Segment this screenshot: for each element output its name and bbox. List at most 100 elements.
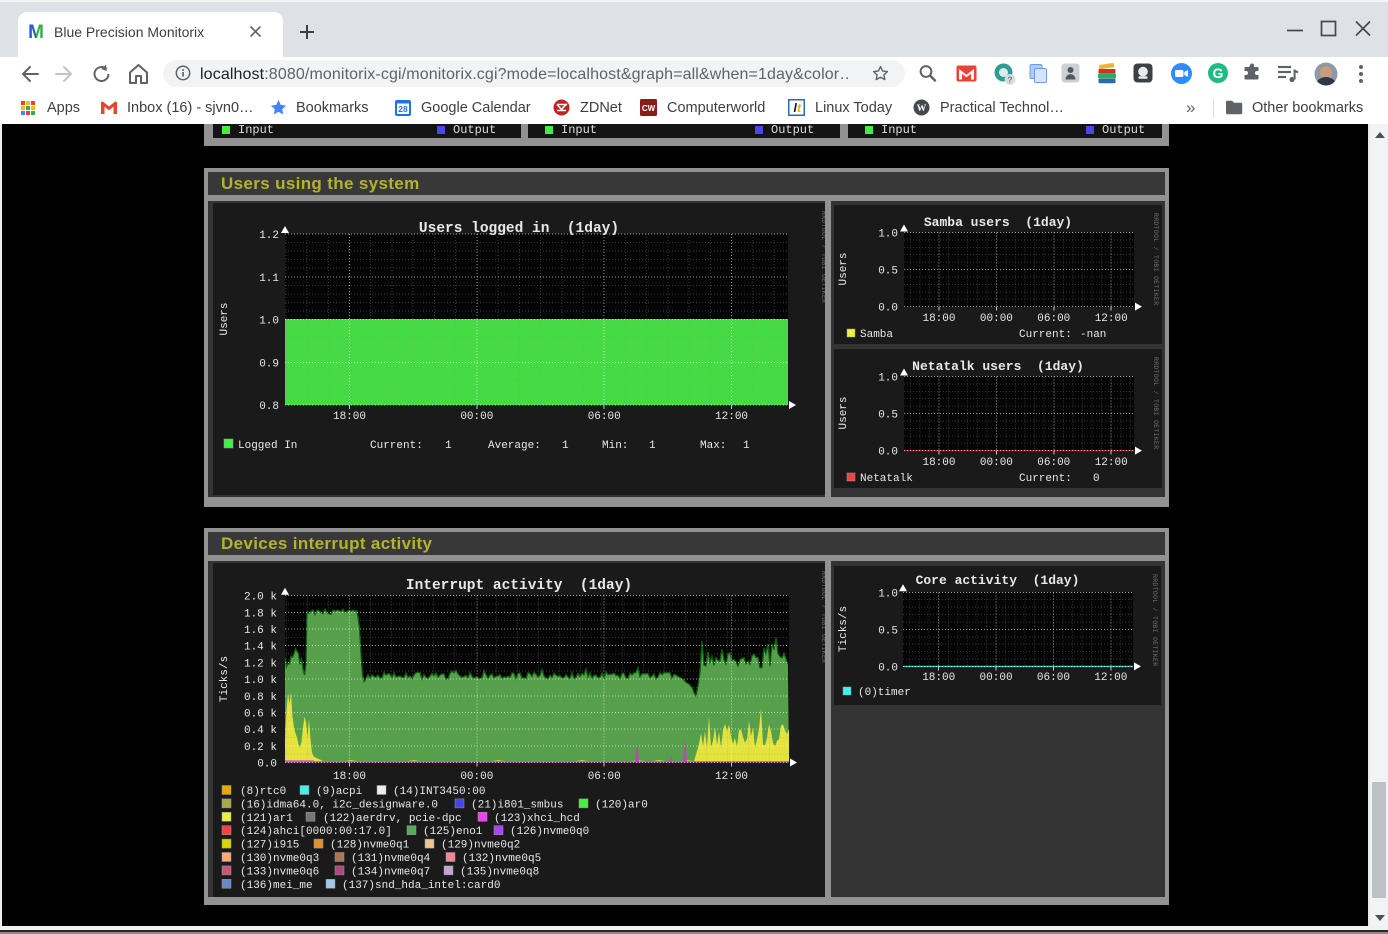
- svg-text:1.1: 1.1: [259, 273, 279, 285]
- svg-text:-nan: -nan: [1080, 329, 1106, 341]
- svg-text:RRDTOOL / TOBI OETIKER: RRDTOOL / TOBI OETIKER: [820, 211, 825, 303]
- svg-text:(127)i915: (127)i915: [240, 840, 299, 852]
- svg-text:18:00: 18:00: [922, 457, 955, 469]
- svg-text:1: 1: [445, 440, 452, 452]
- svg-text:Netatalk: Netatalk: [860, 473, 913, 485]
- svg-text:0.5: 0.5: [878, 625, 898, 637]
- svg-text:Users logged in (1day): Users logged in (1day): [419, 221, 619, 237]
- svg-text:M: M: [28, 22, 44, 41]
- svg-text:Ticks/s: Ticks/s: [838, 606, 850, 652]
- svg-text:00:00: 00:00: [980, 672, 1013, 684]
- svg-text:Samba: Samba: [860, 329, 893, 341]
- svg-text:(14)INT3450:00: (14)INT3450:00: [393, 786, 485, 798]
- svg-text:0.0: 0.0: [257, 759, 277, 771]
- svg-text:Min:: Min:: [602, 440, 628, 452]
- svg-text:(133)nvme0q6: (133)nvme0q6: [240, 866, 319, 878]
- svg-text:12:00: 12:00: [715, 771, 748, 783]
- svg-text:(134)nvme0q7: (134)nvme0q7: [351, 866, 430, 878]
- svg-text:12:00: 12:00: [1094, 672, 1127, 684]
- svg-text:1.6 k: 1.6 k: [244, 625, 277, 637]
- svg-text:(21)i801_smbus: (21)i801_smbus: [471, 799, 563, 811]
- svg-text:00:00: 00:00: [460, 771, 493, 783]
- svg-text:18:00: 18:00: [922, 672, 955, 684]
- svg-text:0.8 k: 0.8 k: [244, 692, 277, 704]
- svg-text:0.5: 0.5: [878, 410, 898, 422]
- svg-text:Current:: Current:: [1019, 473, 1072, 485]
- svg-text:18:00: 18:00: [333, 411, 366, 423]
- svg-text:CW: CW: [642, 104, 656, 113]
- svg-text:0: 0: [1093, 473, 1100, 485]
- svg-text:(123)xhci_hcd: (123)xhci_hcd: [494, 813, 580, 825]
- svg-text:(120)ar0: (120)ar0: [595, 799, 648, 811]
- svg-text:(126)nvme0q0: (126)nvme0q0: [510, 826, 589, 838]
- svg-text:1.2: 1.2: [259, 230, 279, 242]
- svg-text:Users: Users: [219, 302, 231, 335]
- svg-text:(0)timer: (0)timer: [858, 687, 911, 699]
- svg-text:(137)snd_hda_intel:card0: (137)snd_hda_intel:card0: [342, 880, 500, 892]
- svg-text:(16)idma64.0, i2c_designware.0: (16)idma64.0, i2c_designware.0: [240, 799, 438, 811]
- svg-text:Netatalk users (1day): Netatalk users (1day): [912, 359, 1084, 374]
- svg-text:RRDTOOL / TOBI OETIKER: RRDTOOL / TOBI OETIKER: [1152, 213, 1159, 305]
- svg-text:Current:: Current:: [370, 440, 423, 452]
- svg-text:Users: Users: [838, 252, 850, 285]
- svg-text:RRDTOOL / TOBI OETIKER: RRDTOOL / TOBI OETIKER: [1151, 574, 1158, 666]
- svg-text:06:00: 06:00: [588, 771, 621, 783]
- svg-text:0.5: 0.5: [878, 266, 898, 278]
- svg-text:1.8 k: 1.8 k: [244, 608, 277, 620]
- svg-text:Average:: Average:: [488, 440, 541, 452]
- svg-text:00:00: 00:00: [980, 313, 1013, 325]
- svg-text:12:00: 12:00: [1095, 457, 1128, 469]
- svg-text:06:00: 06:00: [1037, 457, 1070, 469]
- svg-text:Interrupt activity (1day): Interrupt activity (1day): [406, 578, 632, 594]
- svg-text:06:00: 06:00: [588, 411, 621, 423]
- svg-text:0.2 k: 0.2 k: [244, 742, 277, 754]
- svg-text:1: 1: [649, 440, 656, 452]
- svg-text:Current:: Current:: [1019, 329, 1072, 341]
- svg-text:Core activity (1day): Core activity (1day): [916, 573, 1080, 588]
- svg-text:(9)acpi: (9)acpi: [316, 786, 363, 798]
- svg-text:28: 28: [398, 104, 408, 114]
- svg-text:(129)nvme0q2: (129)nvme0q2: [441, 840, 520, 852]
- svg-text:2.0 k: 2.0 k: [244, 592, 277, 604]
- svg-text:12:00: 12:00: [715, 411, 748, 423]
- svg-text:RRDTOOL / TOBI OETIKER: RRDTOOL / TOBI OETIKER: [820, 571, 825, 663]
- svg-text:(8)rtc0: (8)rtc0: [240, 786, 286, 798]
- svg-text:G: G: [1213, 65, 1224, 81]
- svg-text:(124)ahci[0000:00:17.0]: (124)ahci[0000:00:17.0]: [240, 826, 392, 838]
- svg-text:0.8: 0.8: [259, 401, 279, 413]
- svg-text:1.0: 1.0: [878, 229, 898, 241]
- svg-text:1.0: 1.0: [878, 373, 898, 385]
- svg-text:0.0: 0.0: [878, 447, 898, 459]
- svg-text:1.2 k: 1.2 k: [244, 658, 277, 670]
- svg-text:?: ?: [1007, 75, 1012, 85]
- svg-text:(128)nvme0q1: (128)nvme0q1: [330, 840, 410, 852]
- svg-text:0.0: 0.0: [878, 303, 898, 315]
- svg-text:(132)nvme0q5: (132)nvme0q5: [462, 853, 541, 865]
- svg-text:Samba users (1day): Samba users (1day): [924, 215, 1072, 230]
- svg-text:Max:: Max:: [700, 440, 726, 452]
- svg-text:00:00: 00:00: [980, 457, 1013, 469]
- svg-text:1: 1: [743, 440, 750, 452]
- svg-text:1.0: 1.0: [878, 588, 898, 600]
- svg-text:18:00: 18:00: [333, 771, 366, 783]
- svg-text:1: 1: [562, 440, 569, 452]
- svg-text:00:00: 00:00: [460, 411, 493, 423]
- svg-text:Users: Users: [838, 396, 850, 429]
- svg-text:(135)nvme0q8: (135)nvme0q8: [460, 866, 539, 878]
- svg-text:W: W: [917, 104, 927, 114]
- svg-text:18:00: 18:00: [922, 313, 955, 325]
- svg-text:1.0 k: 1.0 k: [244, 675, 277, 687]
- svg-text:(131)nvme0q4: (131)nvme0q4: [351, 853, 431, 865]
- svg-text:0.6 k: 0.6 k: [244, 709, 277, 721]
- svg-text:06:00: 06:00: [1037, 672, 1070, 684]
- svg-text:0.0: 0.0: [878, 662, 898, 674]
- svg-text:(125)eno1: (125)eno1: [423, 826, 483, 838]
- svg-text:06:00: 06:00: [1037, 313, 1070, 325]
- svg-text:Logged In: Logged In: [238, 440, 297, 452]
- svg-text:(121)ar1: (121)ar1: [240, 813, 293, 825]
- svg-text:(130)nvme0q3: (130)nvme0q3: [240, 853, 319, 865]
- svg-text:1.0: 1.0: [259, 316, 279, 328]
- svg-text:(136)mei_me: (136)mei_me: [240, 880, 313, 892]
- svg-text:(122)aerdrv, pcie-dpc: (122)aerdrv, pcie-dpc: [323, 813, 462, 825]
- svg-text:RRDTOOL / TOBI OETIKER: RRDTOOL / TOBI OETIKER: [1152, 357, 1159, 449]
